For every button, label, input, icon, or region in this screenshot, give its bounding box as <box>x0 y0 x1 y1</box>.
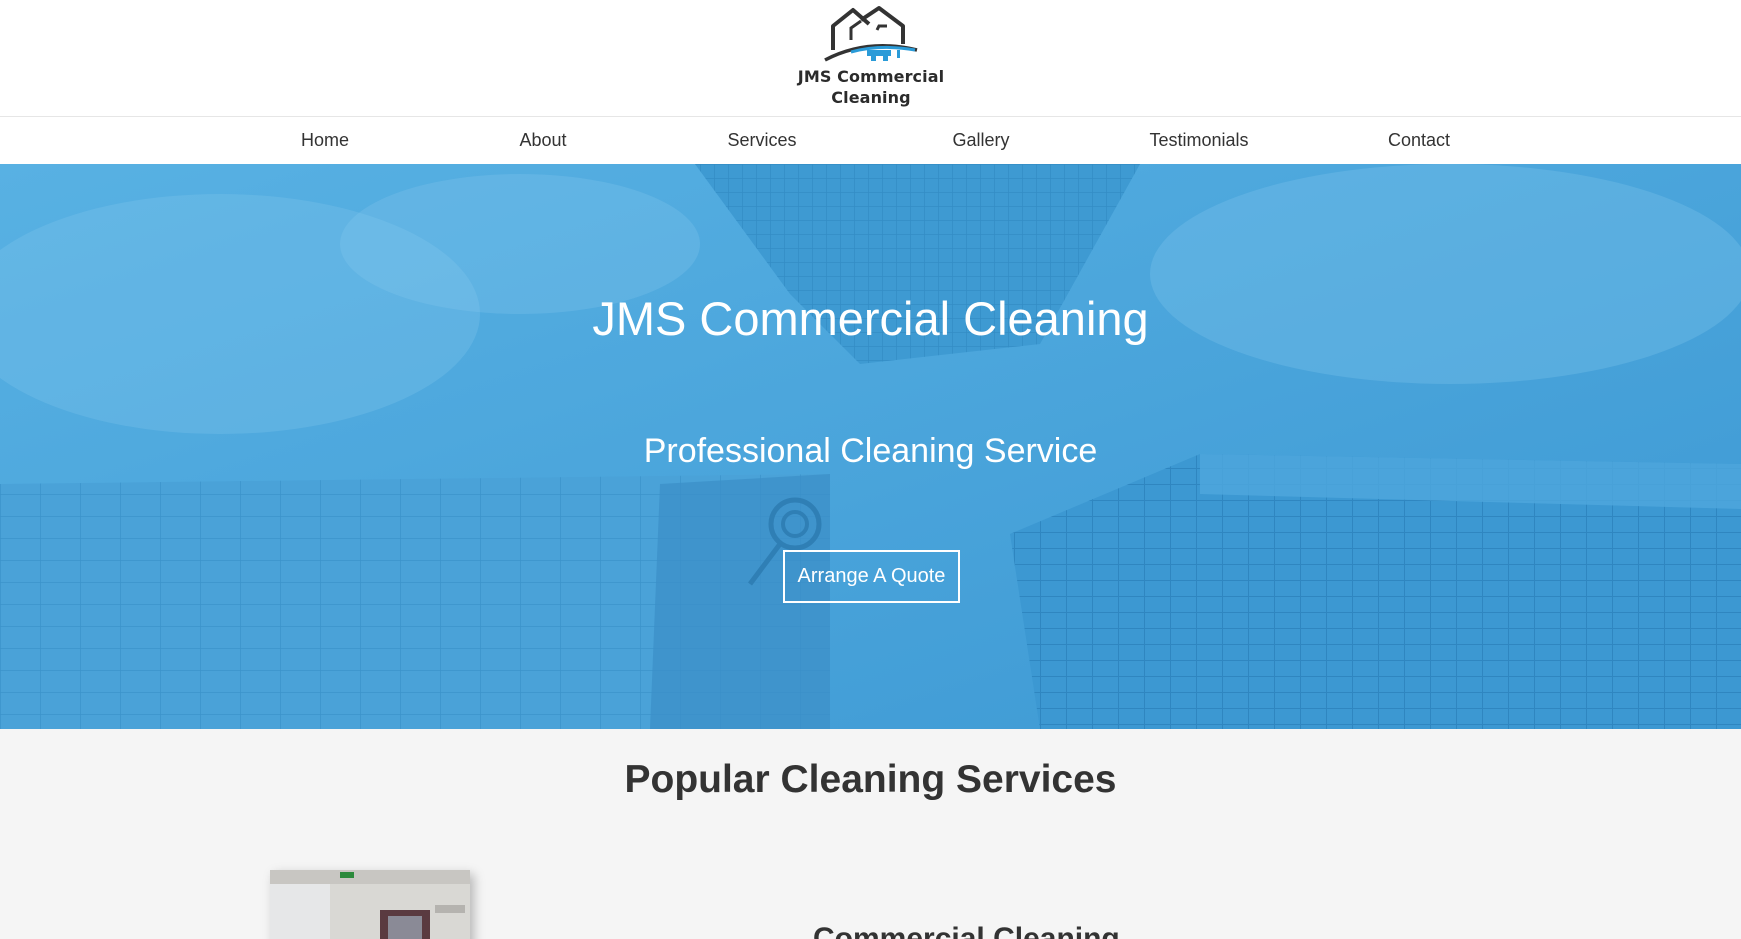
logo-text-line2: Cleaning <box>831 88 911 107</box>
office-photo <box>270 870 470 939</box>
site-logo[interactable]: JMS Commercial Cleaning <box>786 4 956 112</box>
section-title: Popular Cleaning Services <box>624 758 1117 801</box>
house-logo-icon <box>824 6 918 62</box>
logo-text-line1: JMS Commercial <box>797 67 945 86</box>
nav-item-contact[interactable]: Contact <box>1350 117 1488 164</box>
arrange-quote-button[interactable]: Arrange A Quote <box>783 550 960 603</box>
service-image[interactable] <box>270 870 470 939</box>
hero-subtitle: Professional Cleaning Service <box>643 432 1098 470</box>
nav-item-services[interactable]: Services <box>693 117 831 164</box>
nav-item-home[interactable]: Home <box>256 117 394 164</box>
main-nav: Home About Services Gallery Testimonials… <box>0 117 1741 164</box>
nav-item-about[interactable]: About <box>474 117 612 164</box>
nav-item-gallery[interactable]: Gallery <box>912 117 1050 164</box>
site-header: JMS Commercial Cleaning <box>0 0 1741 117</box>
service-heading: Commercial Cleaning <box>813 922 1120 939</box>
nav-item-testimonials[interactable]: Testimonials <box>1125 117 1273 164</box>
hero-banner: JMS Commercial Cleaning Professional Cle… <box>0 164 1741 729</box>
popular-services-section: Popular Cleaning Services Commercial Cle… <box>0 729 1741 939</box>
hero-title: JMS Commercial Cleaning <box>592 292 1149 345</box>
